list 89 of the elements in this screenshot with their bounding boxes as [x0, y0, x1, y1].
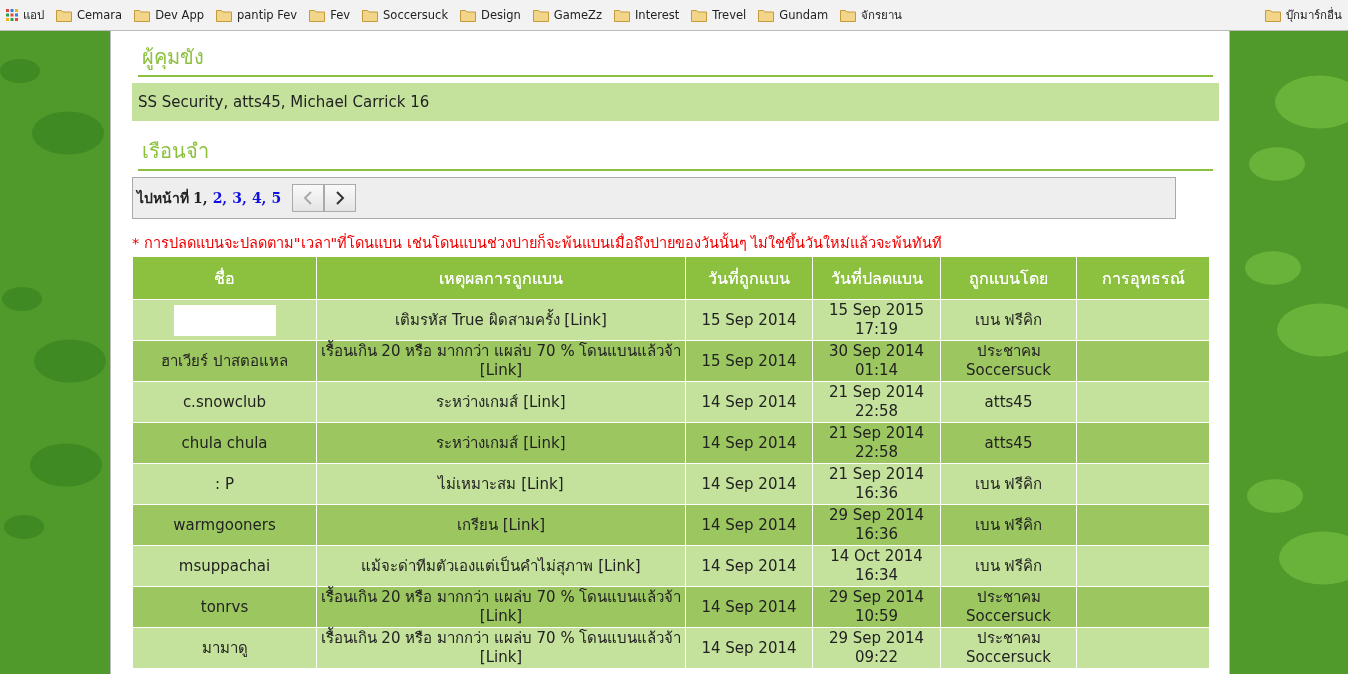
table-cell: warmgooners — [132, 504, 317, 546]
page-link[interactable]: 2, — [212, 190, 228, 206]
column-header: เหตุผลการถูกแบน — [316, 256, 686, 300]
bookmark-folder[interactable]: pantip Fev — [216, 8, 298, 22]
bookmark-folder[interactable]: Dev App — [134, 8, 204, 22]
table-cell: 29 Sep 2014 10:59 — [812, 586, 941, 628]
table-cell: ไม่เหมาะสม [Link] — [316, 463, 686, 505]
column-header: วันที่ถูกแบน — [685, 256, 813, 300]
chevron-left-icon — [303, 191, 314, 205]
table-cell: 21 Sep 2014 22:58 — [812, 381, 941, 423]
page-link[interactable]: 5 — [271, 190, 282, 206]
bookmark-folder[interactable]: Gundam — [758, 8, 829, 22]
table-cell: 14 Sep 2014 — [685, 381, 813, 423]
page-link[interactable]: 3, — [232, 190, 247, 206]
folder-icon — [1265, 8, 1281, 22]
table-cell: 14 Sep 2014 — [685, 545, 813, 587]
folder-icon — [613, 8, 630, 22]
table-cell: 14 Sep 2014 — [685, 627, 813, 669]
folder-icon — [216, 8, 232, 22]
table-cell: แม้จะด่าทีมตัวเองแต่เป็นคำไม่สุภาพ [Link] — [316, 545, 686, 587]
column-header: ชื่อ — [132, 256, 317, 300]
table-cell: มามาดู — [132, 627, 317, 669]
table-cell: เติมรหัส True ผิดสามครั้ง [Link] — [316, 299, 686, 341]
column-header: การอุทธรณ์ — [1076, 256, 1210, 300]
table-cell: msuppachai — [132, 545, 317, 587]
apps-grid-icon — [6, 9, 18, 21]
folder-icon — [362, 8, 379, 22]
table-cell: ประชาคม Soccersuck — [940, 586, 1077, 628]
bookmark-folder[interactable]: Design — [460, 8, 521, 22]
table-cell: เรื้อนเกิน 20 หรือ มากกว่า แผล่บ 70 % โดนแบนแล้วจ้า [Link] — [316, 586, 686, 628]
next-page-button[interactable] — [324, 184, 357, 212]
bookmark-folder[interactable]: Soccersuck — [362, 8, 449, 22]
table-cell: 14 Sep 2014 — [685, 504, 813, 546]
table-cell: เบน ฟรีคิก — [940, 299, 1077, 341]
bookmark-folder[interactable]: จักรยาน — [840, 6, 903, 24]
table-cell: 15 Sep 2014 — [685, 299, 813, 341]
table-cell: เบน ฟรีคิก — [940, 545, 1077, 587]
table-cell: chula chula — [132, 422, 317, 464]
pagination-label: ไปหน้าที่ — [137, 187, 189, 208]
table-cell: 30 Sep 2014 01:14 — [812, 340, 941, 382]
wardens-list: SS Security, atts45, Michael Carrick 16 — [132, 83, 1219, 121]
table-cell: 21 Sep 2014 16:36 — [812, 463, 941, 505]
column-header: วันที่ปลดแบน — [812, 256, 941, 300]
table-cell: : P — [132, 463, 317, 505]
table-cell: c.snowclub — [132, 381, 317, 423]
table-cell: 15 Sep 2015 17:19 — [812, 299, 941, 341]
table-cell: 14 Oct 2014 16:34 — [812, 545, 941, 587]
table-cell: 15 Sep 2014 — [685, 340, 813, 382]
folder-icon — [840, 8, 857, 22]
table-cell: 14 Sep 2014 — [685, 463, 813, 505]
table-cell: 29 Sep 2014 16:36 — [812, 504, 941, 546]
other-bookmarks[interactable]: บุ๊กมาร์กอื่น — [1265, 6, 1342, 24]
table-cell: เรื้อนเกิน 20 หรือ มากกว่า แผล่บ 70 % โดนแบนแล้วจ้า [Link] — [316, 627, 686, 669]
table-cell: ระหว่างเกมส์ [Link] — [316, 381, 686, 423]
folder-icon — [460, 8, 477, 22]
table-cell: เกรียน [Link] — [316, 504, 686, 546]
apps-link[interactable]: แอป — [6, 6, 44, 24]
folder-icon — [758, 8, 775, 22]
table-cell: ประชาคม Soccersuck — [940, 340, 1077, 382]
section-heading: เรือนจำ — [138, 131, 1213, 171]
table-cell: atts45 — [940, 381, 1077, 423]
bookmark-folder[interactable]: Trevel — [691, 8, 747, 22]
table-cell: 14 Sep 2014 — [685, 422, 813, 464]
folder-icon — [134, 8, 151, 22]
bookmark-folder[interactable]: GameZz — [532, 8, 602, 22]
table-cell: tonrvs — [132, 586, 317, 628]
folder-icon — [532, 8, 549, 22]
chevron-right-icon — [335, 191, 346, 205]
table-cell: เบน ฟรีคิก — [940, 463, 1077, 505]
folder-icon — [691, 8, 708, 22]
page-link[interactable]: 1, — [193, 190, 208, 206]
release-note: * การปลดแบนจะปลดตาม"เวลา"ที่โดนแบน เช่นโดนแบนช่วงบ่ายก็จะพ้นแบนเมื่อถึงบ่ายของวันนั้นๆ ไม่ใช่ขึ้นวันใหม่แล้วจะพ้นทันที — [132, 231, 1219, 254]
table-cell: 21 Sep 2014 22:58 — [812, 422, 941, 464]
table-cell: ระหว่างเกมส์ [Link] — [316, 422, 686, 464]
table-cell: 14 Sep 2014 — [685, 586, 813, 628]
folder-icon — [56, 8, 72, 22]
section-heading: ผู้คุมขัง — [138, 37, 1213, 77]
table-cell: ฮาเวียร์ ปาสตอแหล — [132, 340, 317, 382]
table-cell: 29 Sep 2014 09:22 — [812, 627, 941, 669]
column-header: ถูกแบนโดย — [940, 256, 1077, 300]
bookmark-folder[interactable]: Cemara — [56, 8, 123, 22]
table-cell: เบน ฟรีคิก — [940, 504, 1077, 546]
table-cell: atts45 — [940, 422, 1077, 464]
page-link[interactable]: 4, — [251, 190, 267, 206]
bookmark-folder[interactable]: Fev — [309, 8, 351, 22]
bookmark-folder[interactable]: Interest — [613, 8, 680, 22]
table-cell: ประชาคม Soccersuck — [940, 627, 1077, 669]
folder-icon — [309, 8, 326, 22]
table-cell: เรื้อนเกิน 20 หรือ มากกว่า แผล่บ 70 % โดนแบนแล้วจ้า [Link] — [316, 340, 686, 382]
